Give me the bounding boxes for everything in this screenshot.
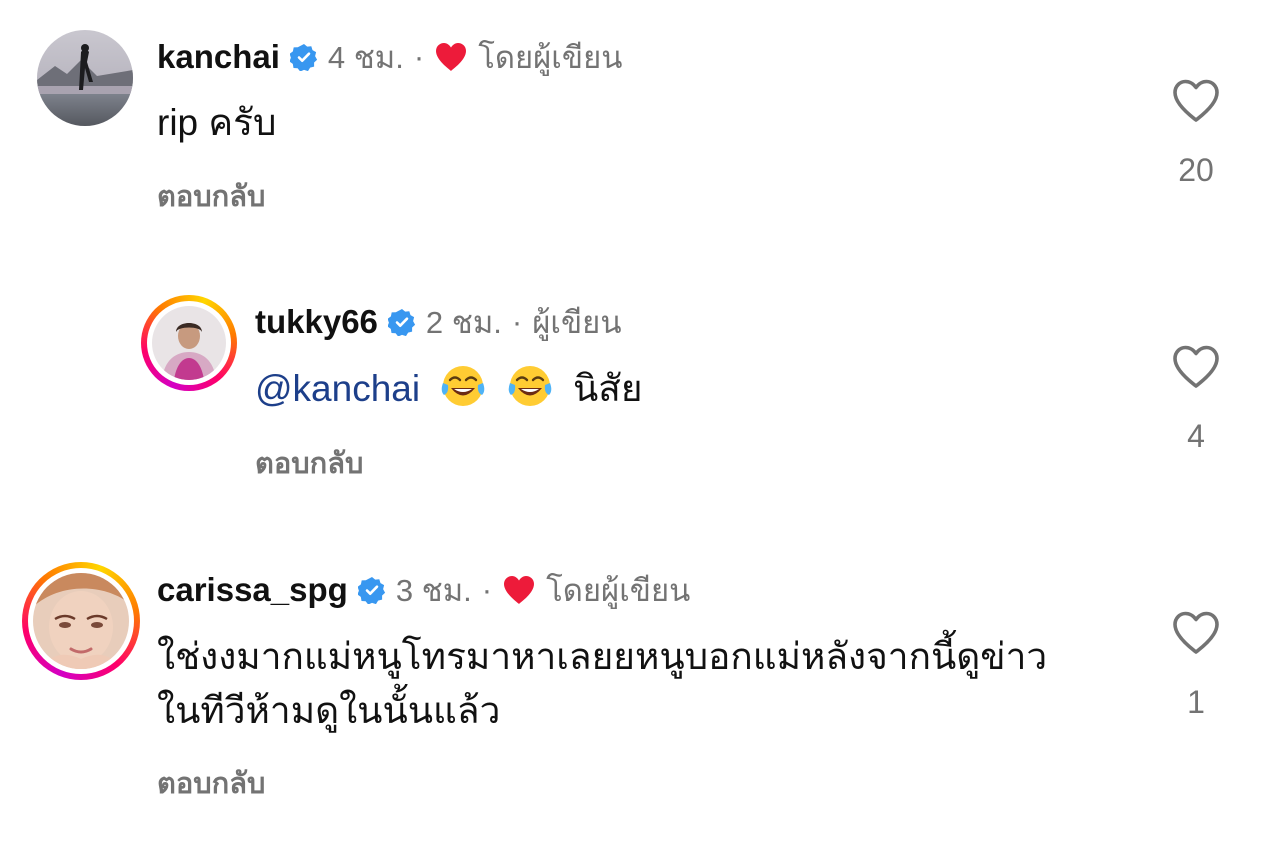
heart-outline-icon[interactable] (1171, 78, 1221, 124)
timestamp: 4 ชม. (327, 40, 404, 75)
face-with-tears-of-joy-icon (442, 366, 485, 406)
face-with-tears-of-joy-icon (508, 366, 551, 406)
like-count: 4 (1187, 418, 1205, 454)
separator-dot: · (413, 39, 425, 74)
like-count: 20 (1178, 152, 1214, 188)
username[interactable]: carissa_spg (157, 571, 348, 609)
comment-meta: tukky66 2 ชม. · ผู้เขียน (255, 302, 622, 342)
comment-text: @kanchai นิสัย (255, 360, 643, 418)
comment-meta: kanchai 4 ชม. · โดยผู้เขียน (157, 37, 622, 77)
reply-button[interactable]: ตอบกลับ (255, 440, 363, 486)
avatar-image (37, 30, 133, 126)
like-control: 20 (1156, 78, 1236, 189)
like-control: 1 (1156, 610, 1236, 721)
reply-button[interactable]: ตอบกลับ (157, 760, 265, 806)
verified-badge-icon (357, 577, 385, 604)
heart-outline-icon[interactable] (1171, 610, 1221, 656)
separator-dot: · (481, 572, 493, 607)
verified-badge-icon (387, 309, 416, 336)
username[interactable]: tukky66 (255, 303, 378, 341)
like-count: 1 (1187, 684, 1205, 720)
username[interactable]: kanchai (157, 38, 280, 76)
timestamp: 2 ชม. (425, 305, 502, 340)
mention-link[interactable]: @kanchai (255, 368, 420, 409)
comment-text-line-1: ใช่งงมากแม่หนูโทรมาหาเลยยหนูบอกแม่หลังจา… (157, 636, 1048, 677)
author-tag: โดยผู้เขียน (478, 40, 623, 75)
heart-filled-icon (436, 43, 467, 71)
comment-text-suffix: นิสัย (572, 368, 643, 409)
author-tag: ผู้เขียน (532, 305, 622, 340)
timestamp: 3 ชม. (395, 573, 472, 608)
avatar-kanchai[interactable] (37, 30, 133, 126)
heart-outline-icon[interactable] (1171, 344, 1221, 390)
avatar-image (33, 573, 129, 669)
author-tag: โดยผู้เขียน (546, 573, 691, 608)
avatar-tukky66[interactable] (141, 295, 237, 391)
reply-button[interactable]: ตอบกลับ (157, 173, 265, 219)
heart-filled-icon (504, 576, 535, 604)
comment-text-line-2: ในทีวีห้ามดูในนั้นแล้ว (157, 690, 501, 731)
avatar-carissa_spg[interactable] (22, 562, 140, 680)
like-control: 4 (1156, 344, 1236, 455)
comment-meta: carissa_spg 3 ชม. · โดยผู้เขียน (157, 570, 690, 610)
avatar-image (152, 306, 226, 380)
verified-badge-icon (289, 44, 318, 71)
comment-text: rip ครับ (157, 102, 277, 143)
separator-dot: · (511, 304, 523, 339)
